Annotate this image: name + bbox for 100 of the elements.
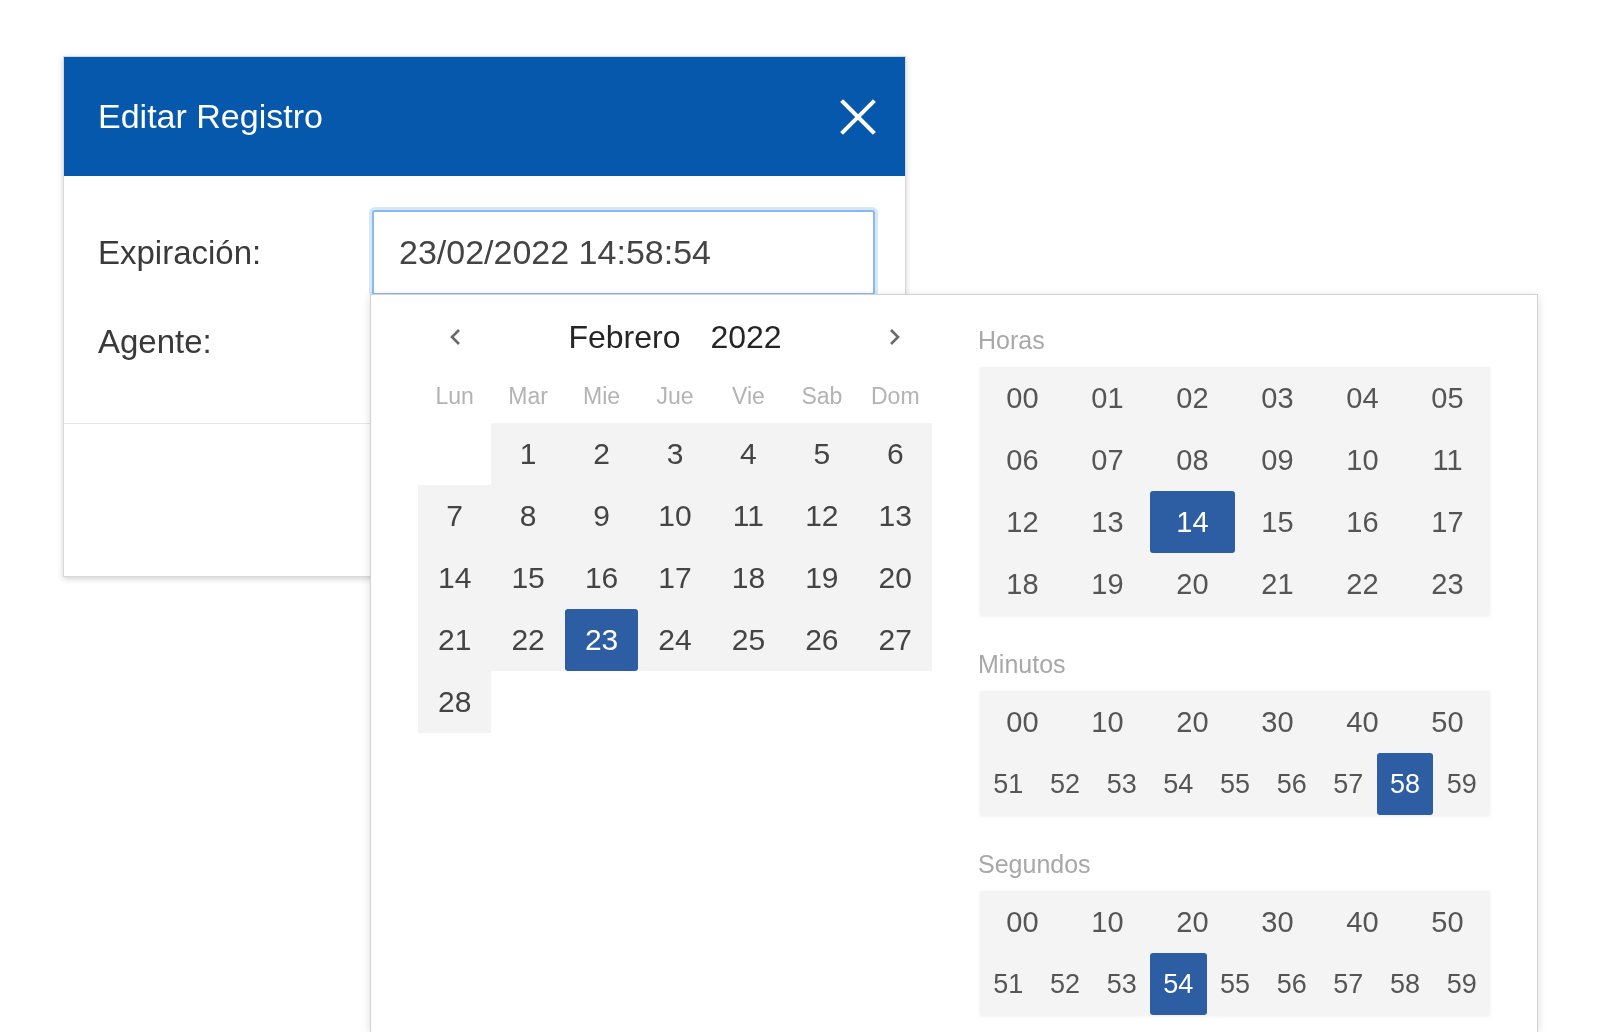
calendar-day[interactable]: 8	[491, 485, 565, 547]
month-label[interactable]: Febrero	[568, 318, 681, 356]
calendar-day[interactable]: 17	[638, 547, 712, 609]
time-option[interactable]: 00	[980, 691, 1065, 753]
time-option[interactable]: 55	[1206, 753, 1264, 815]
calendar-day[interactable]: 14	[418, 547, 492, 609]
calendar-day[interactable]: 4	[711, 423, 786, 485]
calendar-day[interactable]: 11	[711, 485, 786, 547]
time-option[interactable]: 22	[1320, 553, 1405, 615]
calendar-day[interactable]: 13	[858, 485, 932, 547]
time-option[interactable]: 53	[1093, 753, 1150, 815]
time-option[interactable]: 58	[1376, 953, 1434, 1015]
time-option[interactable]: 50	[1405, 691, 1490, 753]
calendar-day[interactable]: 3	[638, 423, 712, 485]
time-option[interactable]: 09	[1235, 429, 1320, 491]
time-option[interactable]: 57	[1320, 953, 1377, 1015]
calendar-day[interactable]: 7	[418, 485, 492, 547]
calendar-day[interactable]: 2	[564, 423, 639, 485]
weekday-label: Mie	[583, 382, 621, 410]
calendar-day[interactable]: 24	[638, 609, 712, 671]
close-button[interactable]	[840, 98, 876, 135]
time-option[interactable]: 13	[1065, 491, 1150, 553]
date-time-field[interactable]: 23/02/2022 14:58:54	[372, 210, 875, 295]
time-option[interactable]: 21	[1235, 553, 1320, 615]
time-option[interactable]: 15	[1235, 491, 1320, 553]
time-option[interactable]: 10	[1065, 691, 1150, 753]
chevron-right-icon	[889, 328, 902, 346]
calendar-day[interactable]: 21	[418, 609, 492, 671]
year-label[interactable]: 2022	[710, 318, 782, 356]
time-option[interactable]: 56	[1263, 753, 1321, 815]
field-label: Expiración:	[98, 233, 263, 272]
calendar-day[interactable]: 26	[785, 609, 859, 671]
time-option[interactable]: 01	[1065, 367, 1150, 429]
time-option[interactable]: 54	[1150, 753, 1207, 815]
time-option[interactable]: 18	[980, 553, 1065, 615]
time-option[interactable]: 51	[980, 753, 1037, 815]
weekday-label: Vie	[732, 382, 765, 410]
time-option[interactable]: 16	[1320, 491, 1405, 553]
calendar-day[interactable]: 18	[711, 547, 786, 609]
calendar-day[interactable]: 5	[785, 423, 859, 485]
field-label: Agente:	[98, 323, 213, 361]
calendar-day[interactable]: 9	[564, 485, 639, 547]
time-option[interactable]: 11	[1405, 429, 1490, 491]
time-option[interactable]: 50	[1405, 891, 1490, 953]
time-option[interactable]: 30	[1235, 891, 1320, 953]
calendar-day[interactable]: 20	[858, 547, 932, 609]
section-label: Minutos	[978, 649, 1066, 679]
time-option[interactable]: 20	[1150, 553, 1235, 615]
calendar-day[interactable]: 27	[858, 609, 932, 671]
time-option[interactable]: 57	[1320, 753, 1377, 815]
time-option[interactable]: 56	[1263, 953, 1321, 1015]
time-option[interactable]: 52	[1036, 953, 1094, 1015]
time-option[interactable]: 00	[980, 367, 1065, 429]
time-option[interactable]: 08	[1150, 429, 1235, 491]
time-option[interactable]: 04	[1320, 367, 1405, 429]
close-icon	[840, 98, 876, 135]
calendar-day[interactable]: 12	[785, 485, 859, 547]
time-option[interactable]: 12	[980, 491, 1065, 553]
weekday-label: Jue	[656, 382, 694, 410]
time-option[interactable]: 40	[1320, 891, 1405, 953]
dialog-title: Editar Registro	[98, 97, 323, 136]
calendar-day[interactable]: 28	[418, 671, 492, 733]
calendar-day[interactable]: 25	[711, 609, 786, 671]
calendar-day[interactable]: 16	[564, 547, 639, 609]
time-option[interactable]: 53	[1093, 953, 1150, 1015]
time-option[interactable]: 59	[1433, 953, 1491, 1015]
time-option[interactable]: 05	[1405, 367, 1490, 429]
calendar-day[interactable]: 1	[491, 423, 565, 485]
time-option[interactable]: 58	[1376, 753, 1434, 815]
time-option[interactable]: 23	[1405, 553, 1490, 615]
time-option[interactable]: 51	[980, 953, 1037, 1015]
calendar-day[interactable]: 15	[491, 547, 565, 609]
time-option[interactable]: 17	[1405, 491, 1490, 553]
calendar-day[interactable]: 22	[491, 609, 565, 671]
time-option[interactable]: 40	[1320, 691, 1405, 753]
time-option[interactable]: 20	[1150, 891, 1235, 953]
time-option[interactable]: 54	[1150, 953, 1207, 1015]
time-option[interactable]: 59	[1433, 753, 1491, 815]
time-option[interactable]: 02	[1150, 367, 1235, 429]
section-label: Segundos	[978, 849, 1091, 879]
section-label: Horas	[978, 325, 1045, 355]
time-option[interactable]: 07	[1065, 429, 1150, 491]
time-option[interactable]: 10	[1065, 891, 1150, 953]
time-option[interactable]: 06	[980, 429, 1065, 491]
time-option[interactable]: 52	[1036, 753, 1094, 815]
time-option[interactable]: 19	[1065, 553, 1150, 615]
weekday-label: Sab	[801, 382, 843, 410]
calendar-day[interactable]: 6	[858, 423, 932, 485]
calendar-day[interactable]: 10	[638, 485, 712, 547]
time-option[interactable]: 20	[1150, 691, 1235, 753]
time-option[interactable]: 03	[1235, 367, 1320, 429]
time-option[interactable]: 00	[980, 891, 1065, 953]
time-option[interactable]: 30	[1235, 691, 1320, 753]
weekday-label: Mar	[508, 382, 548, 410]
time-option[interactable]: 10	[1320, 429, 1405, 491]
time-option[interactable]: 14	[1150, 491, 1235, 553]
calendar-day[interactable]: 23	[564, 609, 639, 671]
weekday-label: Lun	[435, 382, 474, 410]
time-option[interactable]: 55	[1206, 953, 1264, 1015]
calendar-day[interactable]: 19	[785, 547, 859, 609]
